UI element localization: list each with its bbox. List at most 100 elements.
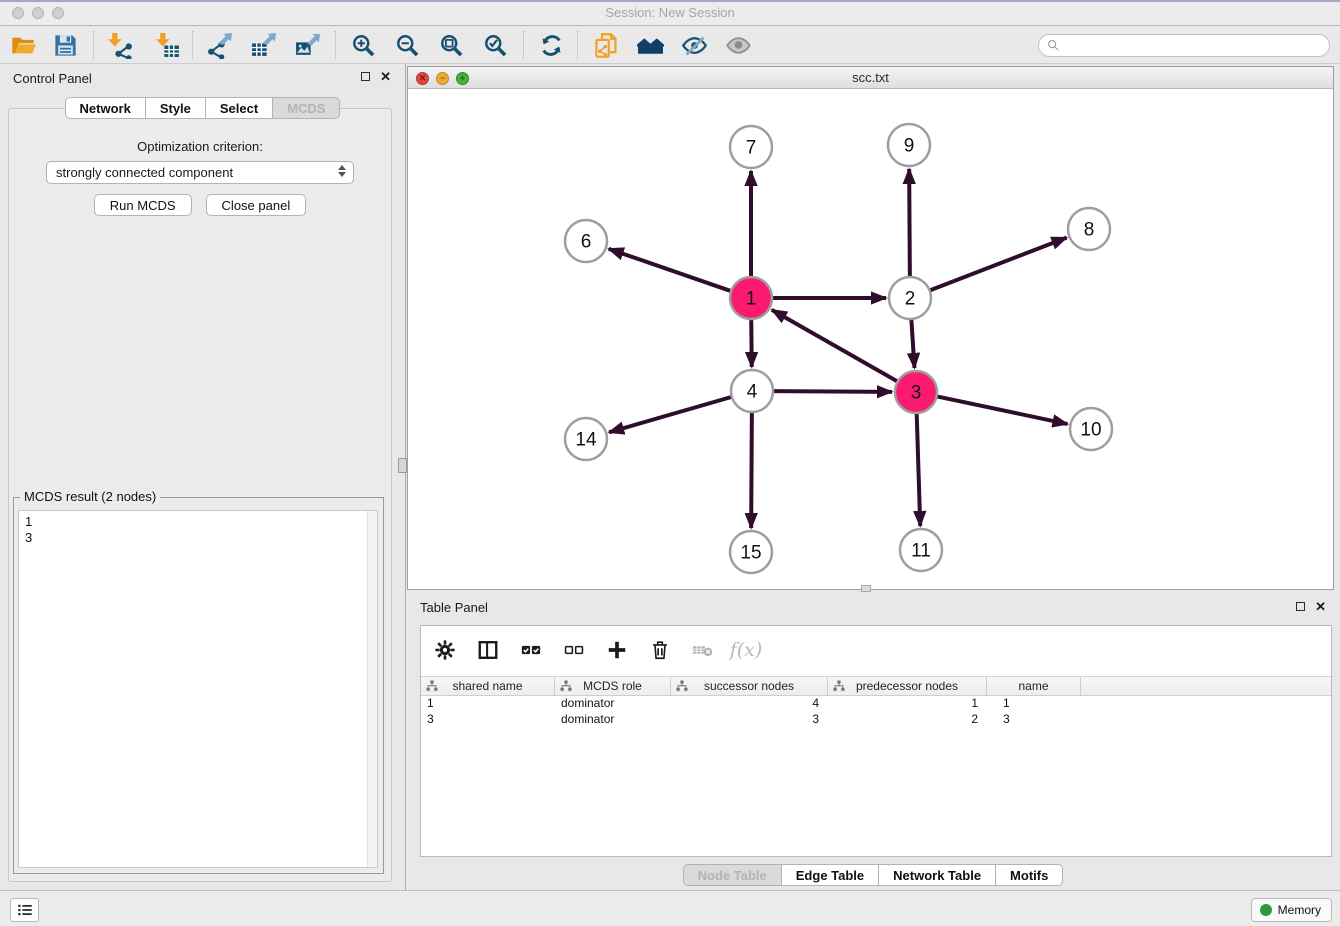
copy-network-icon[interactable] [589,29,623,61]
tab-network[interactable]: Network [65,97,146,119]
edge-1-6[interactable] [609,249,731,291]
table-row[interactable]: 3dominator323 [421,712,1331,728]
tab-mcds[interactable]: MCDS [272,97,340,119]
memory-button[interactable]: Memory [1251,898,1332,922]
delete-column-icon[interactable] [689,636,717,664]
float-panel-icon[interactable] [361,72,370,81]
toolbar-separator [192,31,193,59]
edge-4-14[interactable] [609,397,731,432]
cell-MCDS-role[interactable]: dominator [555,712,671,728]
cell-shared-name[interactable]: 3 [421,712,555,728]
export-network-icon[interactable] [202,29,236,61]
hide-panel-icon[interactable] [677,29,711,61]
optimization-criterion-select[interactable]: strongly connected component [46,161,354,184]
edge-2-8[interactable] [931,238,1067,290]
cell-predecessor-nodes[interactable]: 1 [828,696,987,712]
zoom-out-icon[interactable] [390,29,424,61]
float-table-panel-icon[interactable] [1296,602,1305,611]
show-panel-icon[interactable] [721,29,755,61]
close-panel-button[interactable]: Close panel [206,194,307,216]
delete-icon[interactable] [646,636,674,664]
session-title: Session: New Session [0,5,1340,20]
column-view-icon[interactable] [474,636,502,664]
panel-splitter-handle[interactable] [398,458,407,473]
chevron-updown-icon [338,165,346,177]
edge-2-9[interactable] [909,169,910,276]
add-column-icon[interactable] [603,636,631,664]
cell-name[interactable]: 3 [987,712,1081,728]
edge-3-10[interactable] [938,397,1068,424]
column-header-shared-name[interactable]: shared name [421,677,555,695]
refresh-icon[interactable] [534,29,568,61]
save-icon[interactable] [48,29,82,61]
result-scrollbar[interactable] [367,511,377,867]
task-history-button[interactable] [10,898,39,922]
tab-motifs[interactable]: Motifs [995,864,1063,886]
function-builder-icon[interactable]: f(x) [732,636,760,664]
table-row[interactable]: 1dominator411 [421,696,1331,712]
edge-3-1[interactable] [772,310,897,381]
control-panel: Control Panel ✕ NetworkStyleSelectMCDS O… [0,64,406,890]
run-mcds-button[interactable]: Run MCDS [94,194,192,216]
search-icon [1046,38,1061,53]
table-panel-title: Table Panel [420,600,488,615]
edge-2-3[interactable] [911,320,914,368]
edge-3-11[interactable] [917,414,921,526]
titlebar-accent [0,0,1340,2]
zoom-fit-icon[interactable] [434,29,468,61]
zoom-selected-icon[interactable] [478,29,512,61]
close-panel-icon[interactable]: ✕ [380,71,391,82]
table-header-row[interactable]: shared nameMCDS rolesuccessor nodesprede… [421,676,1331,696]
edge-1-4[interactable] [751,320,752,367]
cell-name[interactable]: 1 [987,696,1081,712]
node-label-2: 2 [905,289,916,310]
network-graph[interactable]: 1234678910111415 [408,89,1333,590]
select-value: strongly connected component [56,165,233,180]
gear-icon[interactable] [431,636,459,664]
node-table[interactable]: shared nameMCDS rolesuccessor nodesprede… [421,676,1331,728]
export-image-icon[interactable] [290,29,324,61]
column-header-predecessor-nodes[interactable]: predecessor nodes [828,677,987,695]
home-icon[interactable] [633,29,667,61]
export-table-icon[interactable] [246,29,280,61]
node-label-8: 8 [1084,220,1095,241]
search-box[interactable] [1038,34,1330,57]
list-icon [16,901,34,919]
window-resize-grip[interactable] [861,585,871,592]
cell-shared-name[interactable]: 1 [421,696,555,712]
mcds-result-textarea[interactable]: 1 3 [18,510,378,868]
tab-network-table[interactable]: Network Table [878,864,996,886]
column-header-MCDS-role[interactable]: MCDS role [555,677,671,695]
column-header-successor-nodes[interactable]: successor nodes [671,677,828,695]
tab-node-table[interactable]: Node Table [683,864,782,886]
main-toolbar [0,27,1340,64]
network-window-titlebar[interactable]: ✕ − + scc.txt [408,67,1333,89]
tab-style[interactable]: Style [145,97,206,119]
edge-4-15[interactable] [751,413,752,528]
edge-4-3[interactable] [774,391,892,392]
search-input[interactable] [1065,37,1329,55]
node-label-7: 7 [746,138,757,159]
network-view-window[interactable]: ✕ − + scc.txt 1234678910111415 [407,66,1334,590]
deselect-all-icon[interactable] [560,636,588,664]
close-table-panel-icon[interactable]: ✕ [1315,601,1326,612]
column-header-name[interactable]: name [987,677,1081,695]
toolbar-separator [93,31,94,59]
import-network-icon[interactable] [102,29,136,61]
open-folder-icon[interactable] [6,29,40,61]
cell-predecessor-nodes[interactable]: 2 [828,712,987,728]
table-panel: Table Panel ✕ [406,594,1340,890]
tab-select[interactable]: Select [205,97,273,119]
import-table-icon[interactable] [150,29,184,61]
window-titlebar: Session: New Session [0,0,1340,26]
cell-successor-nodes[interactable]: 3 [671,712,828,728]
select-all-icon[interactable] [517,636,545,664]
cell-successor-nodes[interactable]: 4 [671,696,828,712]
mcds-pane: Optimization criterion: strongly connect… [8,108,392,882]
zoom-in-icon[interactable] [346,29,380,61]
cell-MCDS-role[interactable]: dominator [555,696,671,712]
node-label-3: 3 [911,383,922,404]
node-label-14: 14 [575,430,597,451]
control-panel-title: Control Panel [13,71,92,86]
tab-edge-table[interactable]: Edge Table [781,864,879,886]
